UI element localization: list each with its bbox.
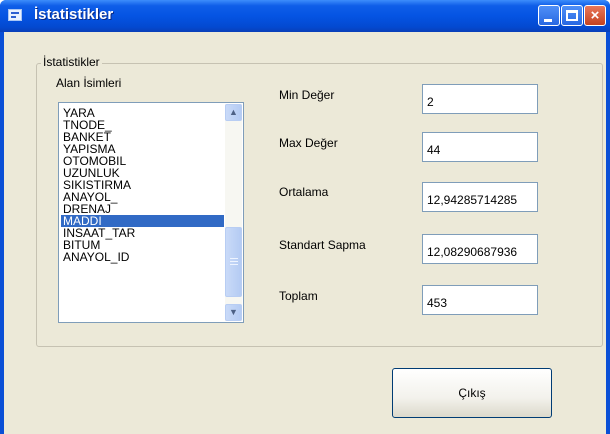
minimize-button[interactable] (538, 5, 560, 26)
minimize-icon (544, 19, 552, 22)
grip-line (230, 264, 238, 265)
statistics-window: İstatistikler × İstatistikler Alan İsiml… (0, 0, 610, 434)
groupbox-title: İstatistikler (41, 55, 102, 69)
close-icon: × (590, 7, 600, 24)
window-title: İstatistikler (34, 6, 114, 23)
list-item[interactable]: ANAYOL_ID (61, 251, 224, 263)
max-value-field[interactable]: 44 (422, 132, 538, 162)
listbox-scrollbar[interactable]: ▲ ▼ (225, 104, 242, 321)
min-value-label: Min Değer (279, 88, 335, 102)
max-value-label: Max Değer (279, 136, 338, 150)
field-names-label: Alan İsimleri (56, 76, 122, 90)
scroll-thumb[interactable] (225, 227, 242, 297)
field-names-listbox[interactable]: YARA TNODE_ BANKET YAPISMA OTOMOBIL UZUNLUK SI… (58, 102, 244, 323)
min-value-field[interactable]: 2 (422, 84, 538, 114)
mean-label: Ortalama (279, 185, 329, 199)
maximize-icon (566, 10, 578, 21)
grip-line (230, 258, 238, 259)
window-client-area: İstatistikler Alan İsimleri YARA TNODE_ BA… (4, 32, 606, 434)
exit-button[interactable]: Çıkış (392, 368, 552, 418)
stddev-field[interactable]: 12,08290687936 (422, 234, 538, 264)
scroll-down-button[interactable]: ▼ (225, 304, 242, 321)
total-label: Toplam (279, 289, 318, 303)
scroll-up-button[interactable]: ▲ (225, 104, 242, 121)
title-bar[interactable]: İstatistikler × (0, 0, 610, 32)
mean-field[interactable]: 12,94285714285 (422, 182, 538, 212)
stddev-label: Standart Sapma (279, 238, 366, 252)
total-field[interactable]: 453 (422, 285, 538, 315)
grip-line (230, 261, 238, 262)
maximize-button[interactable] (561, 5, 583, 26)
field-list: YARA TNODE_ BANKET YAPISMA OTOMOBIL UZUNLUK SI… (61, 107, 224, 263)
arrow-up-icon: ▲ (229, 107, 238, 117)
arrow-down-icon: ▼ (229, 307, 238, 317)
close-button[interactable]: × (584, 5, 606, 26)
window-app-icon (8, 9, 22, 21)
